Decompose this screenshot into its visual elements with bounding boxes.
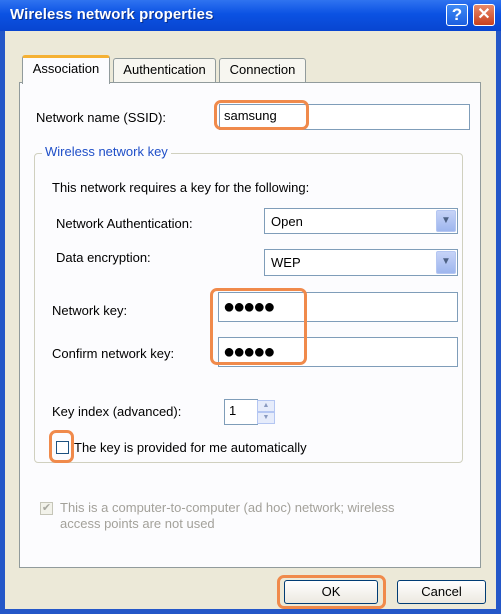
chevron-down-icon[interactable]: ▼ (436, 251, 456, 274)
encryption-label: Data encryption: (56, 250, 151, 265)
cancel-button[interactable]: Cancel (397, 580, 486, 604)
wireless-key-legend: Wireless network key (42, 144, 171, 159)
ok-button[interactable]: OK (284, 580, 378, 604)
auth-select[interactable]: Open ▼ (264, 208, 458, 234)
encryption-select[interactable]: WEP ▼ (264, 249, 458, 276)
tab-connection[interactable]: Connection (219, 58, 306, 82)
network-key-label: Network key: (52, 303, 128, 318)
chevron-down-icon[interactable]: ▼ (436, 210, 456, 232)
confirm-key-label: Confirm network key: (52, 346, 175, 361)
auth-value: Open (271, 214, 303, 229)
ssid-label: Network name (SSID): (36, 110, 167, 125)
key-index-spinner[interactable]: ▲ ▼ (257, 400, 275, 424)
key-index-label: Key index (advanced): (52, 404, 182, 419)
encryption-value: WEP (271, 255, 301, 270)
adhoc-label-line1: This is a computer-to-computer (ad hoc) … (60, 500, 395, 515)
auto-key-checkbox[interactable] (56, 441, 69, 454)
auth-label: Network Authentication: (56, 216, 193, 231)
adhoc-label-line2: access points are not used (60, 516, 215, 531)
title-bar[interactable]: Wireless network properties ? ✕ (0, 0, 501, 31)
key-index-input[interactable]: 1 (224, 399, 258, 425)
network-key-input[interactable]: ●●●●● (218, 292, 458, 322)
auto-key-label: The key is provided for me automatically (74, 440, 307, 455)
confirm-key-input[interactable]: ●●●●● (218, 337, 458, 367)
close-icon[interactable]: ✕ (473, 4, 495, 26)
key-intro-text: This network requires a key for the foll… (52, 180, 310, 195)
checkmark-icon[interactable]: ✔ (40, 502, 53, 515)
tab-association[interactable]: Association (22, 55, 110, 84)
help-icon[interactable]: ? (446, 4, 468, 26)
spin-up-icon[interactable]: ▲ (257, 400, 275, 412)
spin-down-icon[interactable]: ▼ (257, 412, 275, 424)
window-title: Wireless network properties (10, 6, 214, 23)
tab-authentication[interactable]: Authentication (113, 58, 216, 82)
ssid-input[interactable]: samsung (219, 104, 470, 130)
